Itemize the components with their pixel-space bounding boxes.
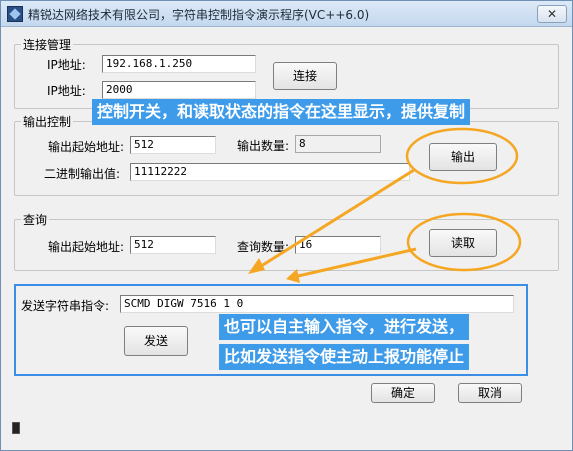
status-indicator-icon	[12, 422, 20, 434]
send-button[interactable]: 发送	[124, 326, 188, 356]
output-count-value: 8	[295, 135, 381, 153]
ip-address-input[interactable]: 192.168.1.250	[102, 55, 256, 73]
ip-address-label: IP地址:	[47, 58, 86, 72]
binary-output-input[interactable]: 11112222	[130, 163, 410, 181]
send-callout-line2: 比如发送指令使主动上报功能停止	[219, 344, 470, 370]
connection-group-title: 连接管理	[21, 36, 74, 53]
connect-button[interactable]: 连接	[273, 62, 337, 90]
top-callout: 控制开关，和读取状态的指令在这里显示，提供复制	[92, 99, 471, 125]
close-button[interactable]: ✕	[537, 5, 567, 23]
send-command-input[interactable]: SCMD DIGW 7516 1 0	[120, 295, 514, 313]
output-group-title: 输出控制	[21, 113, 74, 130]
output-start-label: 输出起始地址:	[48, 140, 125, 154]
dialog-window: 精锐达网络技术有限公司，字符串控制指令演示程序(VC++6.0) ✕ 连接管理 …	[0, 0, 573, 451]
query-group-title: 查询	[21, 211, 50, 228]
query-start-label: 输出起始地址:	[48, 240, 125, 254]
query-count-input[interactable]: 16	[295, 236, 381, 254]
ok-button[interactable]: 确定	[371, 383, 435, 403]
output-button[interactable]: 输出	[429, 143, 497, 171]
query-start-input[interactable]: 512	[130, 236, 216, 254]
cancel-button[interactable]: 取消	[458, 383, 522, 403]
app-icon	[7, 6, 23, 22]
output-start-input[interactable]: 512	[130, 136, 216, 154]
send-command-label: 发送字符串指令:	[21, 299, 110, 313]
query-count-label: 查询数量:	[237, 240, 290, 254]
output-count-label: 输出数量:	[237, 139, 290, 153]
binary-output-label: 二进制输出值:	[44, 167, 121, 181]
window-title: 精锐达网络技术有限公司，字符串控制指令演示程序(VC++6.0)	[28, 8, 370, 22]
port-input[interactable]: 2000	[102, 81, 256, 99]
send-callout-line1: 也可以自主输入指令，进行发送，	[219, 314, 470, 340]
read-button[interactable]: 读取	[429, 229, 497, 257]
port-label: IP地址:	[47, 84, 86, 98]
title-bar[interactable]: 精锐达网络技术有限公司，字符串控制指令演示程序(VC++6.0) ✕	[1, 1, 572, 27]
